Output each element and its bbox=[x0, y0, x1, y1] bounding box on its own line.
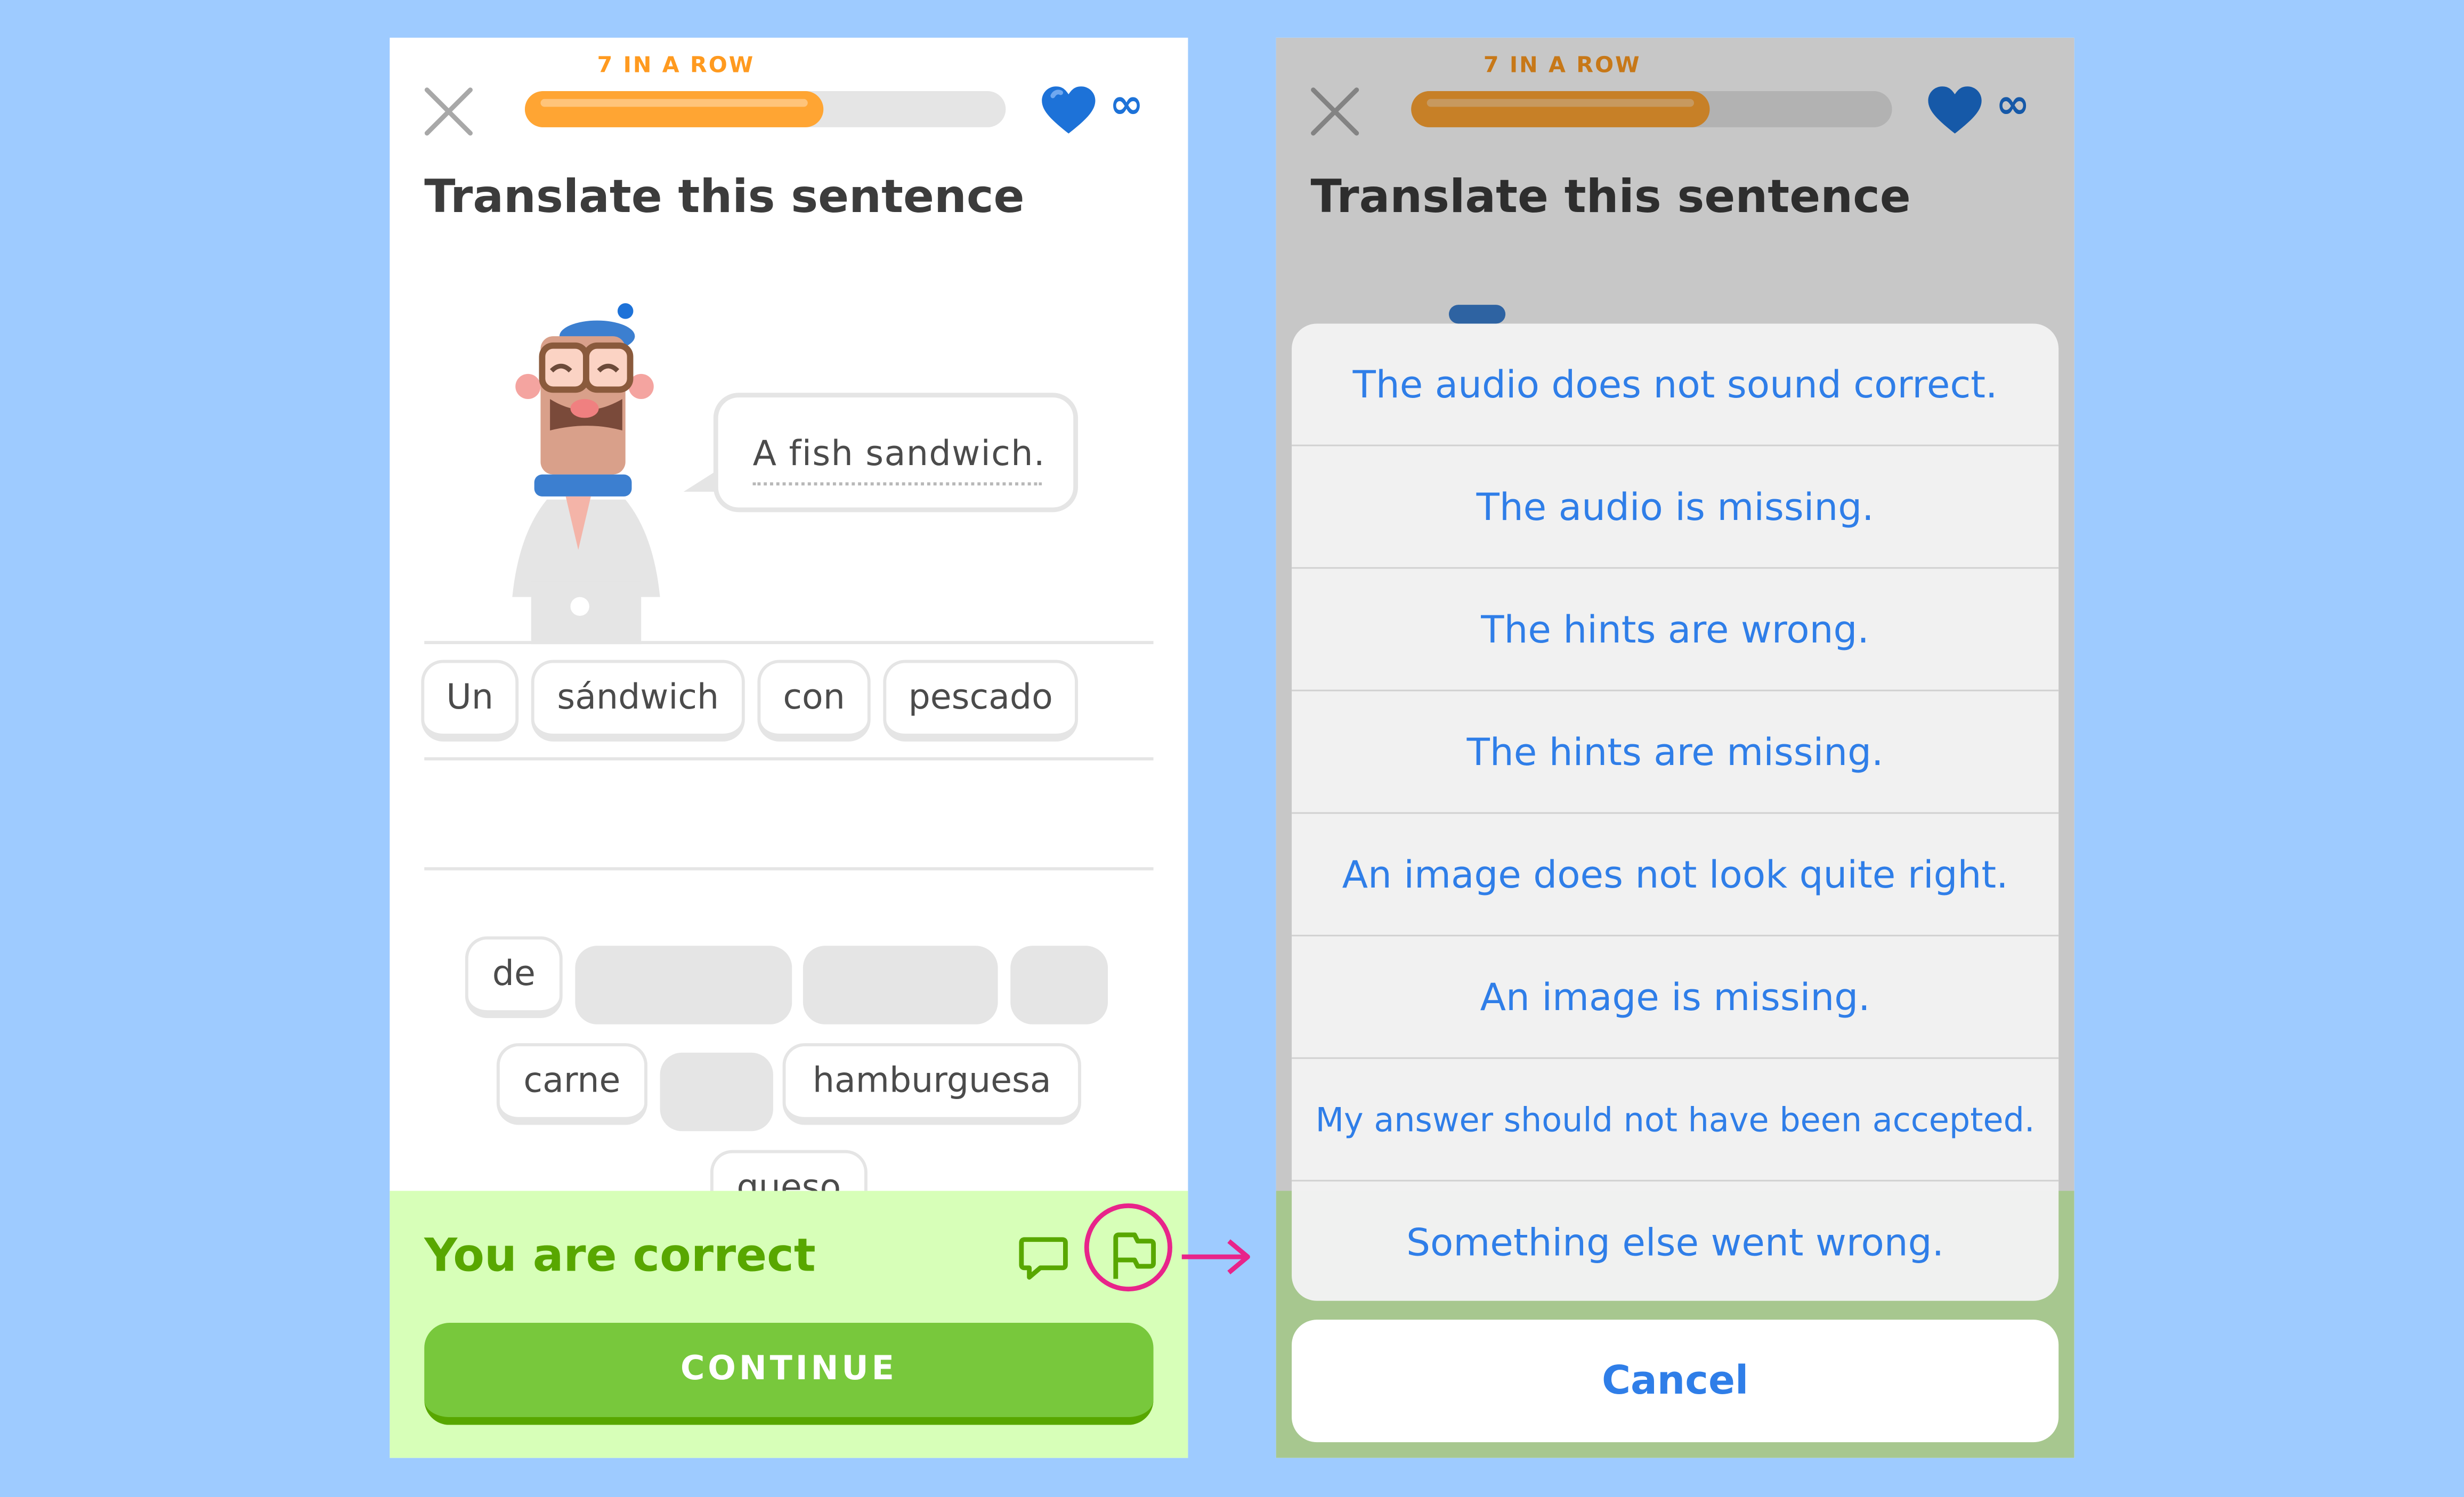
streak-label: 7 IN A ROW bbox=[597, 53, 755, 79]
page-title: Translate this sentence bbox=[424, 169, 1025, 223]
feedback-message: You are correct bbox=[424, 1228, 816, 1282]
flag-highlight-circle bbox=[1084, 1203, 1172, 1292]
close-icon[interactable] bbox=[421, 85, 474, 138]
report-option[interactable]: The audio is missing. bbox=[1292, 446, 2059, 569]
answer-line-top bbox=[424, 641, 1154, 645]
report-option[interactable]: An image does not look quite right. bbox=[1292, 814, 2059, 937]
report-screen: 7 IN A ROW ∞ Translate this sentence The… bbox=[1276, 37, 2074, 1458]
word-bank-placeholder bbox=[803, 946, 998, 1024]
report-option[interactable]: The hints are wrong. bbox=[1292, 569, 2059, 691]
answer-tile[interactable]: pescado bbox=[883, 660, 1079, 742]
prompt-sentence[interactable]: A fish sandwich. bbox=[753, 435, 1045, 475]
report-option[interactable]: My answer should not have been accepted. bbox=[1292, 1059, 2059, 1182]
answer-line-middle bbox=[424, 757, 1154, 761]
continue-button[interactable]: CONTINUE bbox=[424, 1323, 1154, 1425]
word-bank-placeholder bbox=[1010, 946, 1108, 1024]
speech-bubble: A fish sandwich. bbox=[683, 393, 1079, 512]
word-bank-tile[interactable]: de bbox=[465, 936, 563, 1018]
answer-line-bottom bbox=[424, 867, 1154, 870]
answer-tile[interactable]: Un bbox=[421, 660, 519, 742]
word-bank-tile[interactable]: hamburguesa bbox=[782, 1043, 1081, 1125]
hint-underline bbox=[752, 482, 1042, 486]
report-option[interactable]: Something else went wrong. bbox=[1292, 1182, 2058, 1301]
word-bank-placeholder bbox=[660, 1052, 773, 1132]
word-bank-placeholder bbox=[575, 946, 792, 1024]
exercise-screen: 7 IN A ROW ∞ Translate this sentence A f… bbox=[390, 37, 1188, 1458]
character-illustration bbox=[512, 303, 660, 645]
report-option[interactable]: An image is missing. bbox=[1292, 937, 2059, 1059]
word-bank-tile[interactable]: carne bbox=[496, 1043, 647, 1125]
answer-tile[interactable]: sándwich bbox=[531, 660, 745, 742]
arrow-right-icon bbox=[1181, 1239, 1250, 1275]
report-option[interactable]: The audio does not sound correct. bbox=[1292, 323, 2059, 446]
answer-tile[interactable]: con bbox=[757, 660, 871, 742]
infinity-icon: ∞ bbox=[1109, 82, 1144, 129]
report-options-sheet: The audio does not sound correct. The au… bbox=[1292, 323, 2059, 1301]
feedback-footer: You are correct CONTINUE bbox=[390, 1191, 1188, 1458]
progress-fill bbox=[524, 91, 823, 127]
cancel-button[interactable]: Cancel bbox=[1292, 1320, 2059, 1443]
heart-icon bbox=[1042, 86, 1096, 134]
comment-icon[interactable] bbox=[1018, 1235, 1068, 1282]
progress-bar bbox=[524, 91, 1006, 127]
report-option[interactable]: The hints are missing. bbox=[1292, 691, 2059, 814]
